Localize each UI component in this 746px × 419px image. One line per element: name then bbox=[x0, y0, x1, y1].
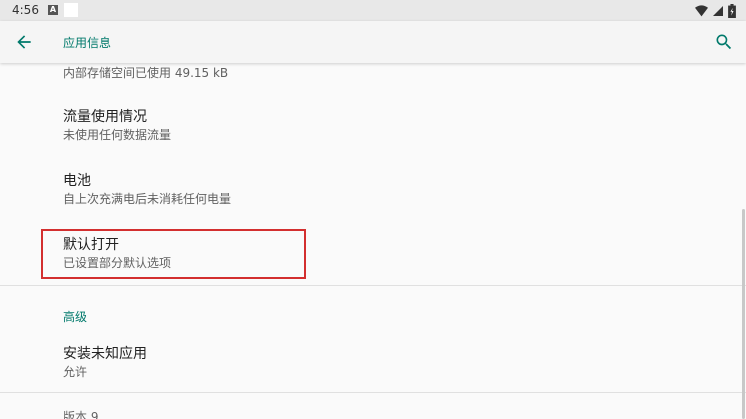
install-unknown-apps-item[interactable]: 安装未知应用 允许 bbox=[63, 345, 147, 380]
notification-blank-icon bbox=[64, 3, 78, 17]
battery-item[interactable]: 电池 自上次充满电后未消耗任何电量 bbox=[63, 172, 231, 207]
battery-title: 电池 bbox=[63, 173, 91, 189]
page-title: 应用信息 bbox=[63, 36, 112, 50]
scrollbar[interactable] bbox=[742, 209, 745, 419]
app-bar: 应用信息 bbox=[0, 21, 746, 63]
settings-list[interactable]: 内部存储空间已使用 49.15 kB 流量使用情况 未使用任何数据流量 电池 自… bbox=[0, 63, 746, 419]
battery-subtitle: 自上次充满电后未消耗任何电量 bbox=[63, 192, 232, 206]
data-usage-item[interactable]: 流量使用情况 未使用任何数据流量 bbox=[63, 108, 171, 143]
status-time: 4:56 bbox=[12, 3, 39, 17]
storage-subtitle: 内部存储空间已使用 49.15 kB bbox=[63, 66, 229, 80]
battery-icon bbox=[728, 3, 736, 18]
system-icons bbox=[695, 3, 736, 18]
advanced-section-header: 高级 bbox=[63, 310, 88, 324]
data-usage-subtitle: 未使用任何数据流量 bbox=[63, 128, 172, 142]
install-unknown-apps-subtitle: 允许 bbox=[63, 365, 88, 379]
cell-signal-icon bbox=[713, 5, 723, 16]
highlight-box bbox=[41, 229, 306, 279]
wifi-icon bbox=[695, 4, 708, 16]
status-bar: 4:56 A bbox=[0, 0, 746, 21]
divider bbox=[0, 285, 746, 286]
arrow-back-icon[interactable] bbox=[14, 32, 34, 52]
notification-icon: A bbox=[48, 5, 58, 15]
install-unknown-apps-title: 安装未知应用 bbox=[63, 346, 147, 362]
search-icon[interactable] bbox=[714, 32, 734, 52]
version-text: 版本 9 bbox=[63, 410, 99, 419]
divider bbox=[0, 392, 746, 393]
data-usage-title: 流量使用情况 bbox=[63, 109, 147, 125]
